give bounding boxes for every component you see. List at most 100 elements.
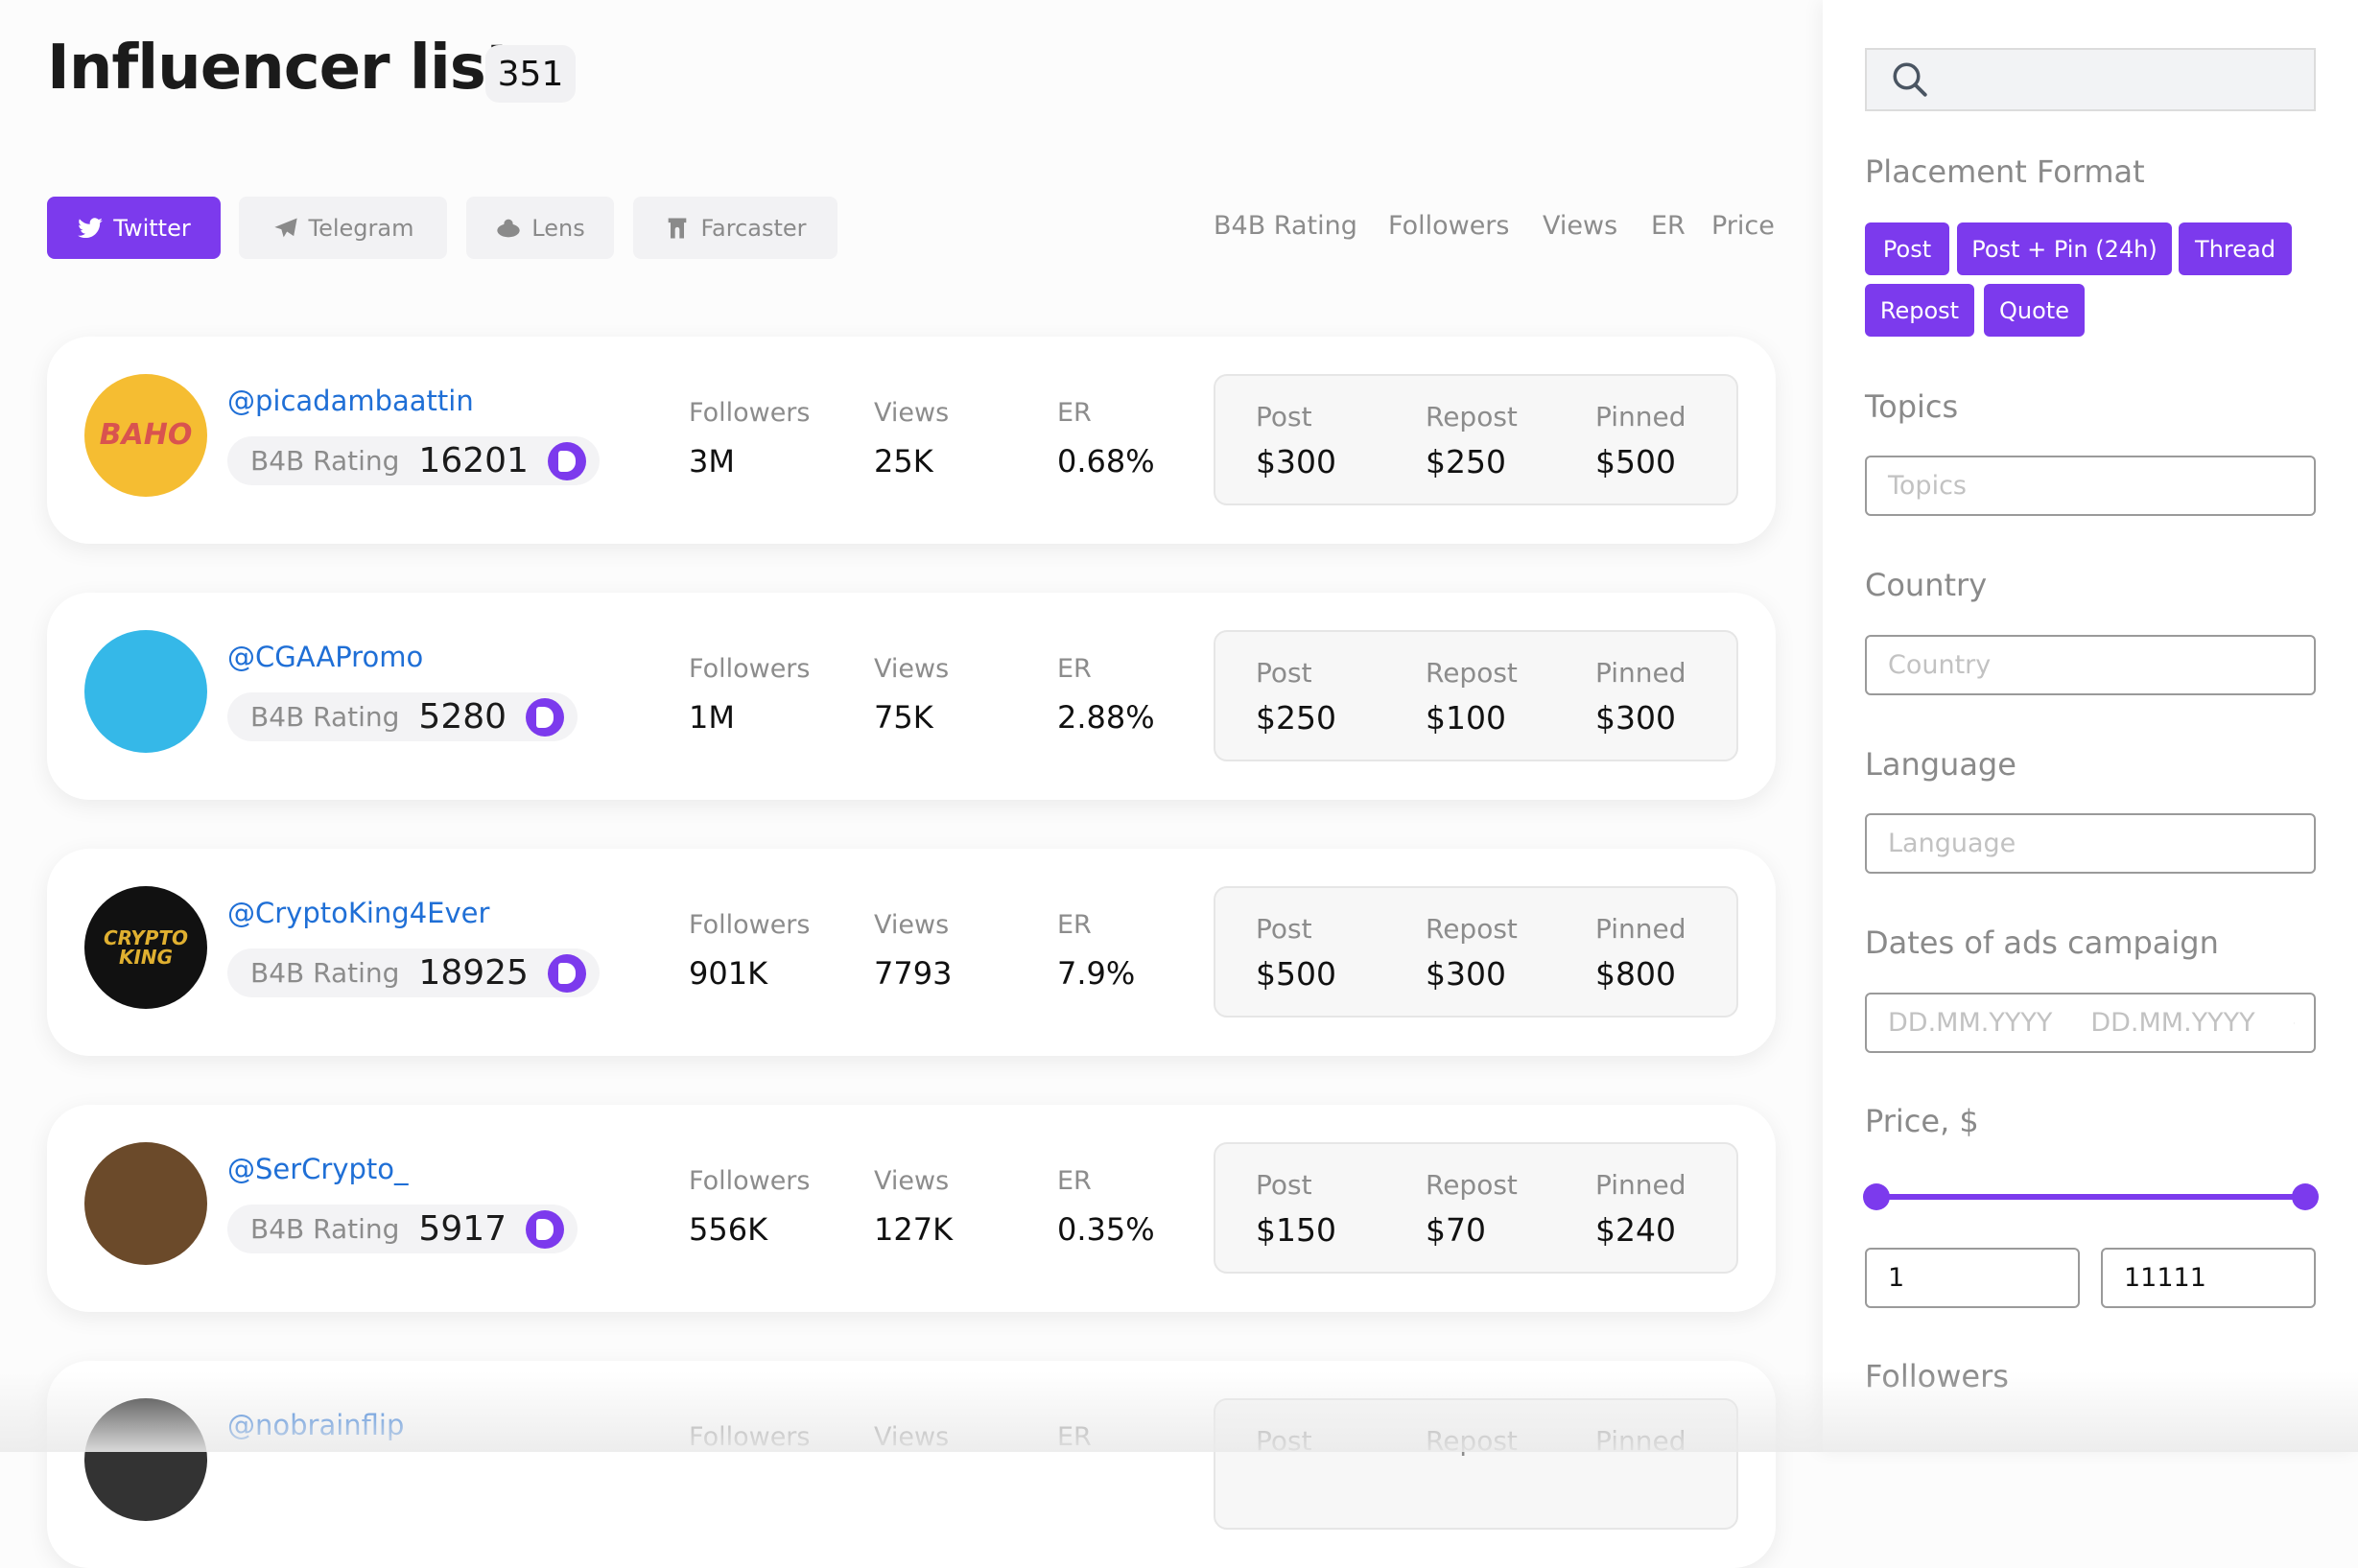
language-input[interactable]: Language <box>1865 813 2316 874</box>
followers-label: Followers <box>689 910 811 940</box>
count-badge: 351 <box>485 45 576 103</box>
influencer-handle[interactable]: @SerCrypto_ <box>227 1153 409 1185</box>
sort-er[interactable]: ER <box>1651 211 1686 241</box>
views-label: Views <box>874 654 950 684</box>
followers-filter-label: Followers <box>1865 1358 2009 1394</box>
language-label: Language <box>1865 746 2016 783</box>
b4b-rating-pill: B4B Rating 5280 <box>227 692 578 741</box>
placement-quote[interactable]: Quote <box>1984 284 2085 337</box>
followers-label: Followers <box>689 1422 811 1452</box>
tab-twitter[interactable]: Twitter <box>47 197 221 259</box>
influencer-handle[interactable]: @CGAAPromo <box>227 641 423 673</box>
price-slider-track[interactable] <box>1875 1194 2305 1200</box>
topics-label: Topics <box>1865 388 1959 425</box>
b4b-logo-icon <box>547 953 586 993</box>
rating-value: 5917 <box>418 1209 507 1249</box>
influencer-handle[interactable]: @picadambaattin <box>227 385 474 417</box>
post-price: $500 <box>1256 955 1336 993</box>
sort-followers[interactable]: Followers <box>1388 211 1509 241</box>
er-label: ER <box>1057 1422 1092 1452</box>
views-value: 7793 <box>874 955 953 992</box>
date-range-input[interactable]: DD.MM.YYYY DD.MM.YYYY <box>1865 993 2316 1053</box>
sort-b4b-rating[interactable]: B4B Rating <box>1214 211 1357 241</box>
b4b-rating-pill: B4B Rating 5917 <box>227 1205 578 1253</box>
repost-price: $70 <box>1426 1211 1486 1249</box>
influencer-card[interactable]: @SerCrypto_ B4B Rating 5917 Followers 55… <box>47 1105 1776 1312</box>
rating-label: B4B Rating <box>250 701 400 733</box>
farcaster-arch-icon <box>669 218 687 238</box>
followers-value: 3M <box>689 443 735 480</box>
country-input[interactable]: Country <box>1865 635 2316 695</box>
avatar[interactable]: BAHO <box>84 374 207 497</box>
repost-label: Repost <box>1426 913 1518 945</box>
repost-label: Repost <box>1426 657 1518 689</box>
price-box: Post $250 Repost $100 Pinned $300 <box>1214 630 1738 761</box>
tab-label: Lens <box>531 214 585 242</box>
repost-price: $300 <box>1426 955 1506 993</box>
followers-value: 556K <box>689 1211 768 1248</box>
views-value: 75K <box>874 699 933 736</box>
tab-label: Twitter <box>113 214 191 242</box>
er-value: 0.35% <box>1057 1211 1155 1248</box>
influencer-handle[interactable]: @nobrainflip <box>227 1409 404 1441</box>
rating-label: B4B Rating <box>250 957 400 989</box>
placement-post[interactable]: Post <box>1865 222 1949 275</box>
b4b-logo-icon <box>526 697 565 737</box>
tab-label: Telegram <box>308 214 414 242</box>
views-label: Views <box>874 1166 950 1196</box>
sort-views[interactable]: Views <box>1543 211 1617 241</box>
placement-post-pin[interactable]: Post + Pin (24h) <box>1957 222 2172 275</box>
price-max-input[interactable]: 11111 <box>2101 1248 2316 1308</box>
influencer-card[interactable]: BAHO @picadambaattin B4B Rating 16201 Fo… <box>47 337 1776 544</box>
pinned-label: Pinned <box>1595 1425 1686 1457</box>
tab-telegram[interactable]: Telegram <box>239 197 447 259</box>
er-label: ER <box>1057 1166 1092 1196</box>
price-box: Post $300 Repost $250 Pinned $500 <box>1214 374 1738 505</box>
avatar[interactable]: CRYPTO KING <box>84 886 207 1009</box>
rating-label: B4B Rating <box>250 1213 400 1245</box>
post-price: $300 <box>1256 443 1336 480</box>
er-value: 7.9% <box>1057 955 1136 992</box>
tab-label: Farcaster <box>700 214 807 242</box>
twitter-bird-icon <box>78 217 104 238</box>
views-value: 127K <box>874 1211 954 1248</box>
post-label: Post <box>1256 1169 1312 1201</box>
influencer-card[interactable]: @CGAAPromo B4B Rating 5280 Followers 1M … <box>47 593 1776 800</box>
views-label: Views <box>874 398 950 428</box>
price-min-input[interactable]: 1 <box>1865 1248 2080 1308</box>
influencer-card[interactable]: CRYPTO KING @CryptoKing4Ever B4B Rating … <box>47 849 1776 1056</box>
post-label: Post <box>1256 401 1312 433</box>
placement-format-label: Placement Format <box>1865 153 2145 190</box>
influencer-card[interactable]: @nobrainflip Followers Views ER Post Rep… <box>47 1361 1776 1568</box>
rating-value: 18925 <box>418 953 529 993</box>
search-input[interactable] <box>1865 48 2316 111</box>
sort-price[interactable]: Price <box>1711 211 1775 241</box>
placement-repost[interactable]: Repost <box>1865 284 1974 337</box>
tab-lens[interactable]: Lens <box>466 197 614 259</box>
price-slider-max-handle[interactable] <box>2292 1183 2319 1210</box>
date-to[interactable]: DD.MM.YYYY <box>2090 1008 2254 1038</box>
post-label: Post <box>1256 913 1312 945</box>
views-label: Views <box>874 910 950 940</box>
topics-input[interactable]: Topics <box>1865 456 2316 516</box>
followers-label: Followers <box>689 1166 811 1196</box>
pinned-label: Pinned <box>1595 657 1686 689</box>
calendar-icon[interactable] <box>2293 1011 2295 1036</box>
post-label: Post <box>1256 1425 1312 1457</box>
avatar[interactable] <box>84 630 207 753</box>
avatar[interactable] <box>84 1142 207 1265</box>
followers-label: Followers <box>689 654 811 684</box>
pinned-price: $800 <box>1595 955 1676 993</box>
repost-price: $250 <box>1426 443 1506 480</box>
placement-thread[interactable]: Thread <box>2179 222 2292 275</box>
price-slider-min-handle[interactable] <box>1863 1183 1890 1210</box>
avatar[interactable] <box>84 1398 207 1521</box>
er-label: ER <box>1057 654 1092 684</box>
price-box: Post Repost Pinned <box>1214 1398 1738 1530</box>
date-from[interactable]: DD.MM.YYYY <box>1888 1008 2052 1038</box>
pinned-price: $240 <box>1595 1211 1676 1249</box>
page-title: Influencer list <box>47 33 514 104</box>
post-price: $250 <box>1256 699 1336 737</box>
influencer-handle[interactable]: @CryptoKing4Ever <box>227 897 489 929</box>
tab-farcaster[interactable]: Farcaster <box>633 197 837 259</box>
